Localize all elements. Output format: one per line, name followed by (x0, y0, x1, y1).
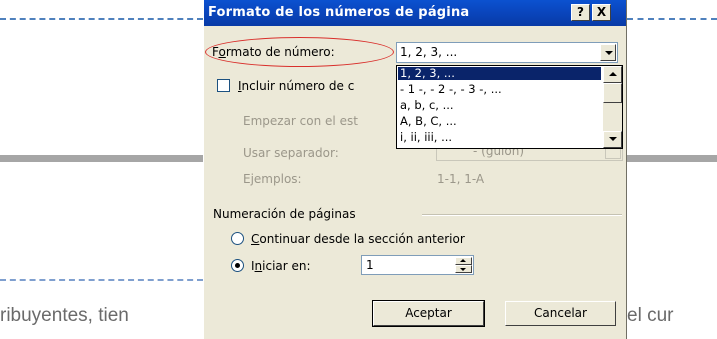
header-dashed-line (0, 18, 203, 20)
footer-dashed-line (0, 279, 203, 281)
start-at-label: Iniciar en: (251, 259, 311, 273)
scroll-thumb[interactable] (603, 83, 622, 103)
dropdown-scrollbar[interactable] (603, 66, 622, 148)
number-format-label: Formato de número: (212, 45, 335, 59)
page-number-format-dialog: Formato de los números de página ? X For… (203, 0, 627, 339)
number-format-dropdown-list[interactable]: 1, 2, 3, ... - 1 -, - 2 -, - 3 -, ... a,… (396, 65, 623, 149)
spin-buttons[interactable] (455, 257, 472, 273)
examples-value: 1-1, 1-A (437, 172, 485, 186)
spin-down-icon[interactable] (455, 265, 472, 273)
dropdown-option[interactable]: i, ii, iii, ... (398, 131, 601, 144)
number-format-value: 1, 2, 3, ... (400, 45, 458, 59)
document-text: el cur (627, 305, 674, 326)
start-at-spinbox[interactable]: 1 (361, 255, 474, 275)
start-at-radio[interactable] (231, 259, 244, 272)
help-button[interactable]: ? (571, 4, 590, 21)
scroll-down-icon[interactable] (603, 131, 622, 148)
page-separator-bar (0, 155, 203, 162)
start-at-value: 1 (366, 258, 374, 272)
dropdown-option[interactable]: - 1 -, - 2 -, - 3 -, ... (398, 83, 601, 96)
dialog-title: Formato de los números de página (208, 5, 470, 20)
close-button[interactable]: X (592, 4, 611, 21)
cancel-button[interactable]: Cancelar (505, 301, 616, 326)
dialog-titlebar[interactable]: Formato de los números de página ? X (204, 0, 626, 26)
examples-label: Ejemplos: (243, 172, 302, 186)
page-separator-bar (627, 155, 717, 162)
chevron-down-icon[interactable] (600, 44, 616, 61)
include-chapter-label: Incluir número de c (238, 79, 355, 93)
continue-radio[interactable] (231, 232, 244, 245)
ok-button[interactable]: Aceptar (372, 300, 485, 327)
page-numbering-group-label: Numeración de páginas (213, 207, 356, 221)
group-divider (422, 214, 622, 216)
header-dashed-line (627, 18, 717, 20)
scroll-up-icon[interactable] (603, 66, 622, 83)
spin-up-icon[interactable] (455, 257, 472, 265)
continue-label: Continuar desde la sección anterior (251, 232, 465, 246)
dropdown-option[interactable]: a, b, c, ... (398, 99, 601, 112)
dropdown-option[interactable]: A, B, C, ... (398, 115, 601, 128)
chapter-start-label: Empezar con el est (243, 114, 358, 128)
document-text: ribuyentes, tien (0, 305, 129, 326)
dropdown-option[interactable]: 1, 2, 3, ... (398, 67, 601, 80)
number-format-combobox[interactable]: 1, 2, 3, ... (396, 42, 618, 63)
separator-label: Usar separador: (243, 146, 339, 160)
include-chapter-checkbox[interactable] (217, 79, 230, 92)
